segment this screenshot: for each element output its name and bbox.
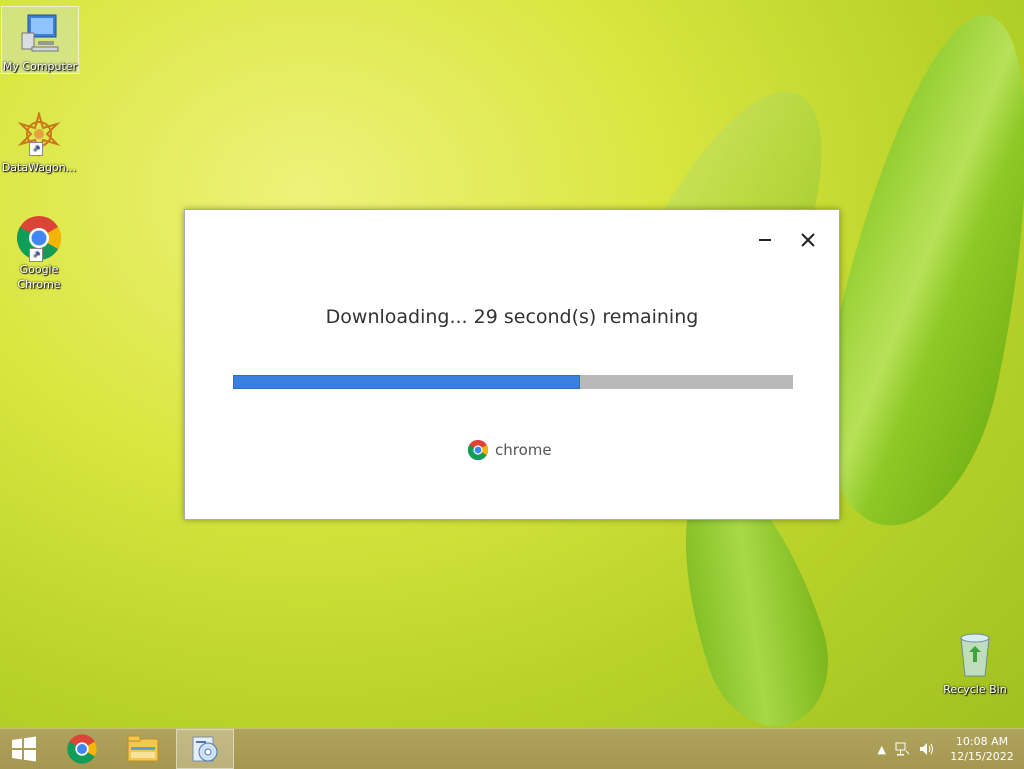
chrome-brand-logo: chrome bbox=[467, 439, 552, 461]
chrome-icon bbox=[467, 439, 489, 461]
recycle-bin-icon bbox=[960, 633, 990, 677]
close-icon bbox=[801, 233, 815, 247]
desktop-icon-label: Recycle Bin bbox=[943, 683, 1007, 696]
minimize-button[interactable] bbox=[752, 227, 778, 253]
clock-date: 12/15/2022 bbox=[950, 750, 1014, 763]
desktop-icon-datawagon[interactable]: ↗ DataWagon... bbox=[1, 110, 77, 175]
network-icon[interactable] bbox=[894, 741, 910, 757]
desktop-icon-google-chrome[interactable]: ↗ Google Chrome bbox=[1, 214, 77, 292]
taskbar: ▲ 10:08 AM 12/15/2022 bbox=[0, 728, 1024, 769]
desktop-icon-label: My Computer bbox=[2, 60, 78, 73]
computer-icon bbox=[21, 14, 59, 52]
system-tray: ▲ 10:08 AM 12/15/2022 bbox=[878, 729, 1024, 769]
download-progress-fill bbox=[233, 375, 581, 389]
file-explorer-icon bbox=[127, 735, 159, 762]
taskbar-file-explorer-button[interactable] bbox=[115, 729, 171, 769]
taskbar-clock[interactable]: 10:08 AM 12/15/2022 bbox=[944, 734, 1020, 764]
chrome-icon bbox=[67, 734, 97, 764]
clock-time: 10:08 AM bbox=[955, 735, 1009, 748]
brand-text: chrome bbox=[495, 441, 552, 459]
show-hidden-icons-chevron-up-icon[interactable]: ▲ bbox=[878, 743, 886, 756]
desktop-icon-label: DataWagon... bbox=[1, 161, 77, 174]
installer-icon bbox=[192, 736, 218, 762]
shortcut-arrow-icon: ↗ bbox=[29, 142, 43, 156]
windows-start-icon bbox=[12, 736, 36, 762]
taskbar-chrome-button[interactable] bbox=[54, 729, 110, 769]
volume-icon[interactable] bbox=[918, 741, 936, 757]
start-button[interactable] bbox=[0, 729, 48, 769]
close-button[interactable] bbox=[795, 227, 821, 253]
chrome-installer-dialog: Downloading... 29 second(s) remaining ch… bbox=[184, 209, 840, 520]
taskbar-installer-button[interactable] bbox=[176, 729, 234, 769]
desktop-icon-label: Google Chrome bbox=[17, 263, 61, 291]
desktop-icon-my-computer[interactable]: My Computer bbox=[1, 6, 79, 74]
shortcut-arrow-icon: ↗ bbox=[29, 248, 43, 262]
desktop-icon-recycle-bin[interactable]: Recycle Bin bbox=[937, 630, 1013, 697]
download-status-text: Downloading... 29 second(s) remaining bbox=[325, 306, 699, 328]
download-progress-bar bbox=[233, 375, 793, 389]
